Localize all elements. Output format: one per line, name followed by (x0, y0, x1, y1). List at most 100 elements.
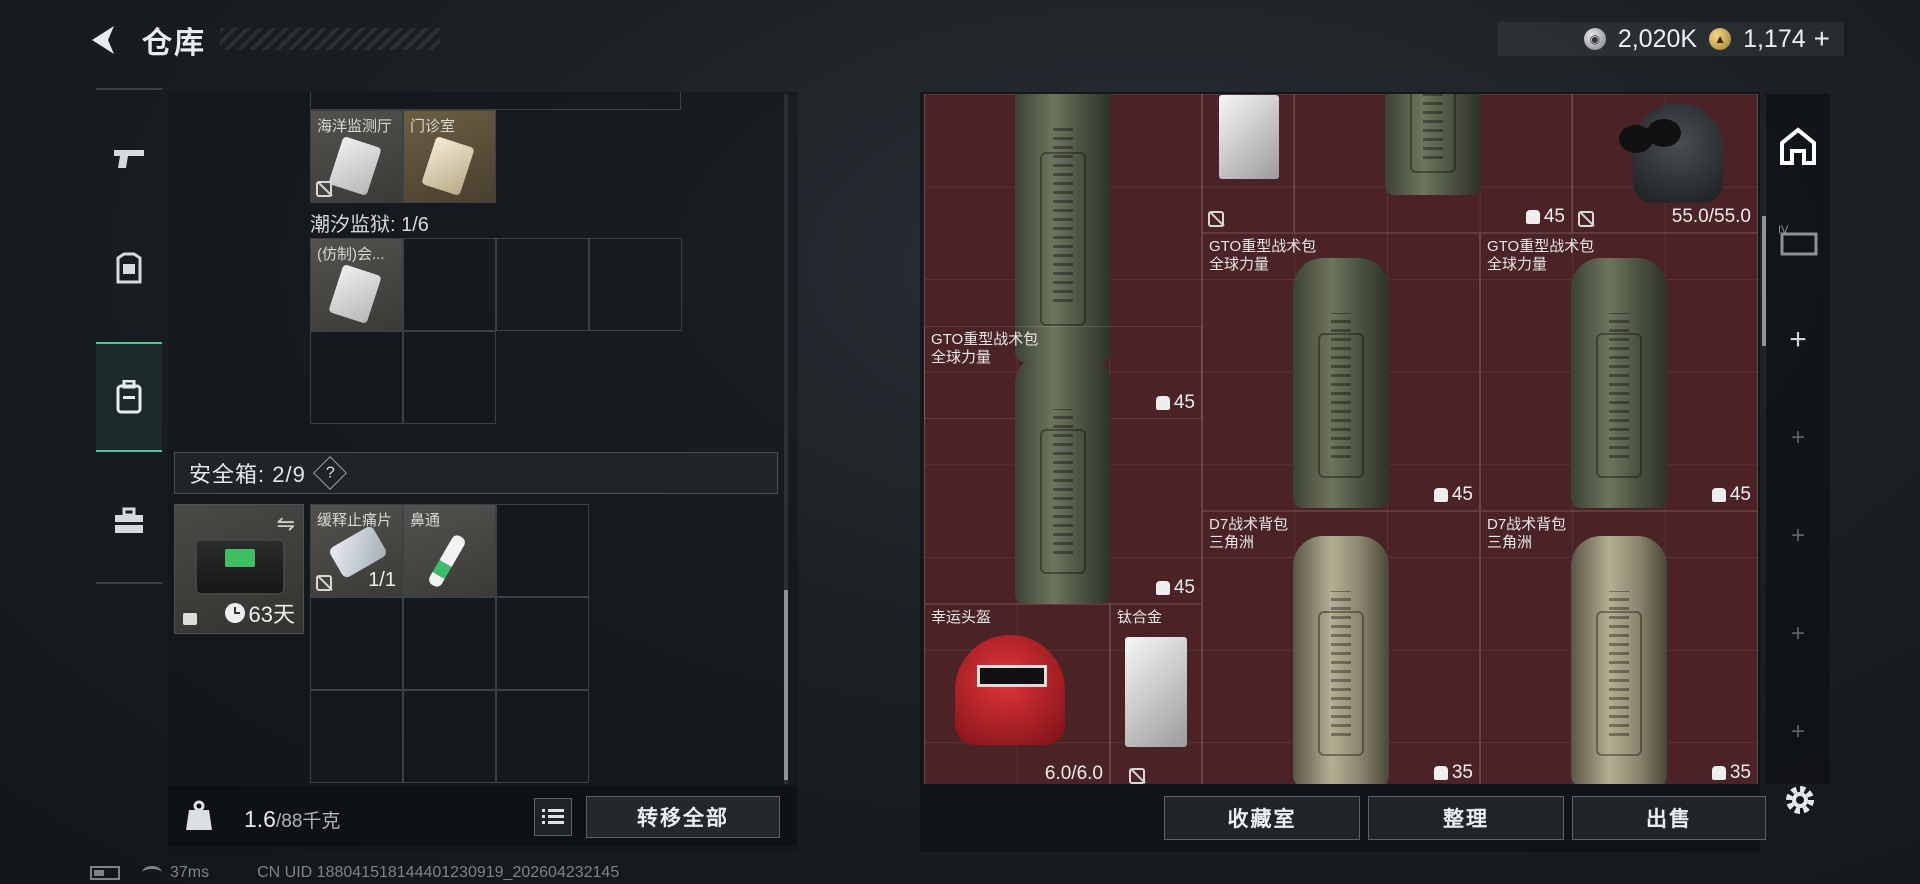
empty-slot[interactable] (496, 690, 589, 783)
list-view-button[interactable] (534, 798, 572, 836)
stash-item[interactable]: 幸运头盔 6.0/6.0 (924, 604, 1110, 784)
transfer-all-button[interactable]: 转移全部 (586, 796, 780, 838)
lucky-helmet-image (955, 635, 1065, 745)
weight-bag-icon (1433, 766, 1448, 780)
stash-item[interactable]: 45 (1294, 94, 1572, 233)
add-currency-button[interactable]: + (1814, 23, 1830, 55)
item-name: D7战术背包 三角洲 (1487, 516, 1567, 551)
gold-coin-icon: ▲ (1709, 28, 1732, 50)
item-weight: 45 (1711, 484, 1751, 506)
empty-slot[interactable] (403, 597, 496, 690)
swap-icon[interactable]: ⇋ (277, 511, 295, 537)
prison-item-cell[interactable]: (仿制)会... (310, 238, 403, 331)
item-label: (仿制)会... (317, 246, 385, 263)
stash-item[interactable]: 钛合金 (1110, 604, 1202, 784)
page-title: 仓库 (142, 27, 206, 60)
stash-tier4-icon: IV (1778, 224, 1818, 256)
no-trade-icon (316, 181, 332, 197)
back-button[interactable] (86, 22, 122, 58)
map-item-cell[interactable]: 海洋监测厅 (310, 110, 403, 203)
empty-slot[interactable] (589, 238, 682, 331)
gold-currency-value: 1,174 (1743, 24, 1806, 53)
prison-section-label: 潮汐监狱: 1/6 (310, 214, 429, 236)
locked-stash-tab[interactable]: + (1766, 692, 1830, 772)
backpack-image (1293, 536, 1389, 784)
keycard-image (328, 136, 382, 196)
category-weapons[interactable] (96, 104, 162, 214)
title-decoration (220, 28, 440, 50)
silver-currency-value: 2,020K (1617, 24, 1698, 53)
stash-item[interactable]: GTO重型战术包 全球力量 45 (1480, 233, 1758, 511)
weight-bag-icon (1711, 488, 1726, 502)
item-label: 门诊室 (410, 118, 456, 135)
locked-stash-tab[interactable]: + (1766, 496, 1830, 576)
stash-tab-main[interactable] (1766, 106, 1830, 186)
safebox-container[interactable]: ⇋ 63天 (174, 504, 304, 634)
help-icon[interactable]: ? (312, 456, 347, 490)
empty-slot[interactable] (496, 597, 589, 690)
item-weight: 45 (1433, 484, 1473, 506)
add-stash-tab-button[interactable]: + (1766, 300, 1830, 380)
weight-bag-icon (1433, 488, 1448, 502)
empty-slot[interactable] (310, 597, 403, 690)
empty-slot[interactable] (310, 331, 403, 424)
item-count: 1/1 (368, 569, 396, 591)
item-name: GTO重型战术包 全球力量 (931, 331, 1039, 366)
category-toolbox[interactable] (96, 466, 162, 576)
left-scrollbar-thumb[interactable] (784, 590, 788, 780)
category-armor[interactable] (96, 214, 162, 324)
lock-icon (183, 613, 197, 625)
empty-slot[interactable] (310, 690, 403, 783)
item-weight: 35 (1433, 762, 1473, 784)
backpack-image (1293, 258, 1389, 509)
weight-bag-icon (1155, 581, 1170, 595)
list-icon (542, 809, 564, 824)
ping-value: 37ms (170, 864, 210, 881)
collection-room-button[interactable]: 收藏室 (1164, 796, 1360, 840)
safebox-item-cell[interactable]: 鼻通 (403, 504, 496, 597)
sort-button[interactable]: 整理 (1368, 796, 1564, 840)
user-uid: CN UID 1880415181444012309​19_2026042321… (257, 864, 620, 881)
backpack-image (1571, 536, 1667, 784)
stash-item[interactable]: 55.0/55.0 (1572, 94, 1758, 233)
battery-icon (90, 866, 120, 880)
sell-button[interactable]: 出售 (1572, 796, 1766, 840)
item-label: 鼻通 (410, 512, 441, 529)
empty-slot[interactable] (496, 238, 589, 331)
no-trade-icon (1578, 211, 1594, 227)
locked-stash-tab[interactable]: + (1766, 398, 1830, 478)
locked-stash-tab[interactable]: + (1766, 594, 1830, 674)
map-item-cell[interactable]: 门诊室 (403, 110, 496, 203)
pistol-icon (114, 150, 144, 168)
item-name: D7战术背包 三角洲 (1209, 516, 1289, 551)
empty-slot[interactable] (403, 331, 496, 424)
empty-slot[interactable] (403, 238, 496, 331)
stash-grid: 45 45 55.0/55.0 GTO重型战术包 全球力量 45 GTO重型战术包… (924, 94, 1758, 784)
armor-vest-icon (116, 252, 142, 284)
nvg-helmet-image (1619, 103, 1723, 203)
no-trade-icon (1129, 768, 1145, 784)
currency-display: ◉ 2,020K ▲ 1,174 + (1498, 22, 1844, 56)
stash-tab-tier4[interactable]: IV (1766, 200, 1830, 280)
stash-item[interactable]: GTO重型战术包 全球力量 45 (924, 326, 1202, 604)
backpack-image (1571, 258, 1667, 509)
partial-grid-row (310, 92, 681, 110)
stash-item[interactable] (1202, 94, 1294, 233)
item-name: 幸运头盔 (931, 609, 992, 626)
category-backpack[interactable] (96, 342, 162, 452)
stash-item[interactable]: GTO重型战术包 全球力量 45 (1202, 233, 1480, 511)
clock-icon (224, 603, 245, 623)
item-weight: 35 (1711, 762, 1751, 784)
empty-slot[interactable] (403, 690, 496, 783)
settings-gear-icon[interactable] (1780, 780, 1820, 820)
stash-item[interactable]: D7战术背包 三角洲 35 (1480, 511, 1758, 784)
safebox-item-cell[interactable]: 缓释止痛片 1/1 (310, 504, 403, 597)
item-durability: 55.0/55.0 (1671, 206, 1751, 227)
item-weight: 45 (1525, 206, 1565, 228)
silver-coin-icon: ◉ (1583, 28, 1606, 50)
no-trade-icon (316, 575, 332, 591)
item-durability: 6.0/6.0 (1044, 763, 1103, 784)
stash-item[interactable]: D7战术背包 三角洲 35 (1202, 511, 1480, 784)
empty-slot[interactable] (496, 504, 589, 597)
category-rail (96, 88, 162, 584)
